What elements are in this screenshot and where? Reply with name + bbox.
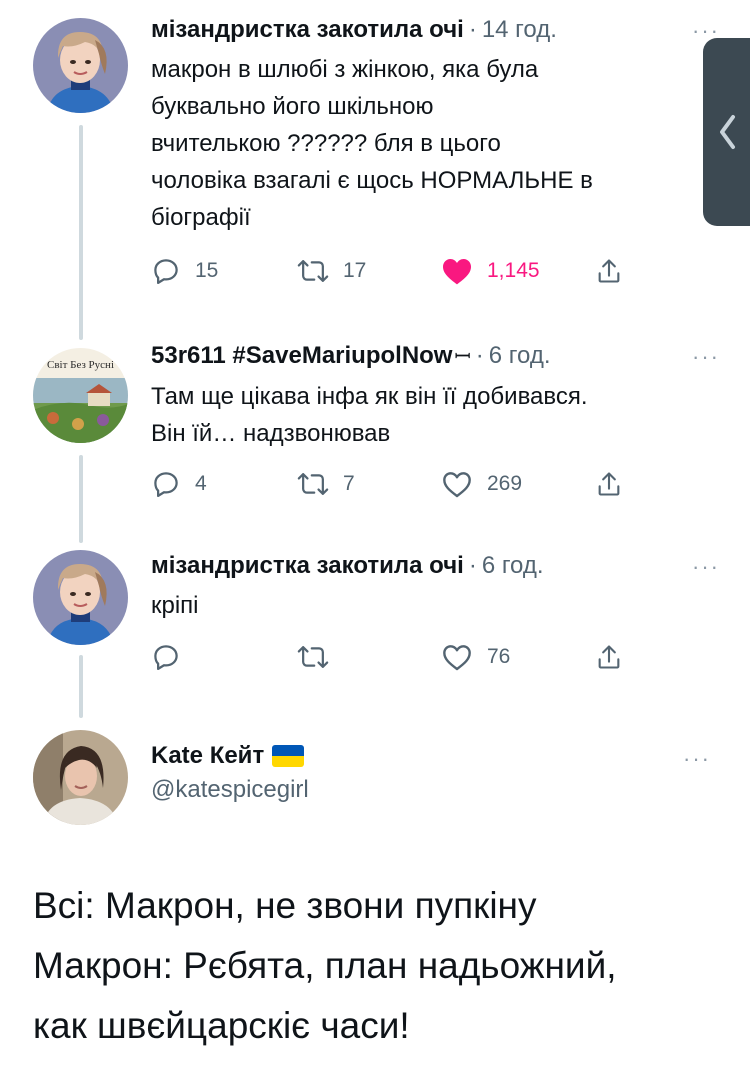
more-options-icon[interactable]: ···	[692, 556, 720, 578]
author-name[interactable]: Kate Кейт	[151, 740, 264, 772]
like-count: 76	[487, 645, 511, 668]
main-author-name-row: Kate Кейт	[151, 740, 309, 772]
timestamp[interactable]: 6 год.	[482, 550, 544, 582]
reply-button[interactable]: 4	[151, 464, 207, 504]
retweet-button[interactable]	[297, 637, 343, 677]
separator: ·	[475, 342, 484, 369]
like-button[interactable]: 76	[441, 637, 510, 677]
separator: ·	[468, 552, 477, 579]
tweet-header: мізандристка закотила очі · 14 год.	[151, 14, 720, 46]
author-name[interactable]: мізандристка закотила очі	[151, 550, 464, 582]
tweet-text: макрон в шлюбі з жінкою, яка була буквал…	[151, 56, 593, 231]
share-button[interactable]	[595, 464, 623, 504]
avatar[interactable]: Світ Без Русні	[33, 348, 128, 443]
timestamp[interactable]: 6 год.	[489, 340, 551, 372]
reply-count: 4	[195, 472, 207, 495]
timestamp[interactable]: 14 год.	[482, 14, 557, 46]
thread-line	[79, 455, 83, 543]
avatar[interactable]	[33, 550, 128, 645]
heart-filled-icon	[443, 259, 471, 285]
more-options-icon[interactable]: ···	[692, 346, 720, 368]
main-author-avatar[interactable]	[33, 730, 128, 825]
main-tweet-text: Всі: Макрон, не звони пупкіну Макрон: Рє…	[33, 885, 617, 1046]
person-avatar-icon	[33, 18, 128, 113]
tweet-text: кріпі	[151, 592, 199, 619]
share-icon	[598, 259, 620, 283]
reply-icon	[154, 645, 178, 670]
action-bar: 15 17 1,145	[151, 251, 631, 291]
heart-outline-icon	[443, 472, 471, 498]
share-icon	[598, 472, 620, 496]
tweet-text: Там ще цікава інфа як він її добивався. …	[151, 383, 588, 447]
reply-button[interactable]	[151, 637, 195, 677]
action-bar: 4 7 269	[151, 464, 631, 504]
tweet-header: 53r611 #SaveMariupolNow ꟷ · 6 год.	[151, 340, 720, 373]
retweet-count: 17	[343, 259, 367, 282]
retweet-count: 7	[343, 472, 355, 495]
main-author: Kate Кейт @katespicegirl	[151, 740, 309, 808]
more-options-icon[interactable]: ···	[692, 20, 720, 42]
more-options-icon[interactable]: ···	[683, 748, 711, 770]
author-name[interactable]: 53r611 #SaveMariupolNow	[151, 340, 452, 372]
thread-line	[79, 125, 83, 340]
retweet-icon	[297, 260, 329, 282]
action-bar: 76	[151, 637, 631, 677]
chevron-left-icon	[720, 115, 735, 149]
tweet-header: мізандристка закотила очі · 6 год.	[151, 550, 720, 582]
person-photo-avatar-icon	[33, 730, 128, 825]
avatar-caption: Світ Без Русні	[46, 359, 114, 371]
author-handle[interactable]: @katespicegirl	[151, 772, 309, 808]
ukraine-flag-icon	[272, 745, 305, 767]
reply-icon	[154, 259, 178, 284]
person-avatar-icon	[33, 550, 128, 645]
reply-count: 15	[195, 259, 219, 282]
author-badge: ꟷ	[454, 346, 471, 368]
like-button[interactable]: 269	[441, 464, 522, 504]
retweet-icon	[297, 646, 329, 668]
heart-outline-icon	[443, 645, 471, 671]
like-count: 1,145	[487, 259, 540, 282]
share-button[interactable]	[595, 251, 623, 291]
reply-button[interactable]: 15	[151, 251, 218, 291]
like-count: 269	[487, 472, 523, 495]
share-icon	[598, 645, 620, 669]
avatar[interactable]	[33, 18, 128, 113]
reply-icon	[154, 472, 178, 497]
like-button[interactable]: 1,145	[441, 251, 540, 291]
retweet-button[interactable]: 17	[297, 251, 366, 291]
author-name[interactable]: мізандристка закотила очі	[151, 14, 464, 46]
side-panel-handle[interactable]	[703, 38, 750, 226]
retweet-icon	[297, 473, 329, 495]
share-button[interactable]	[595, 637, 623, 677]
separator: ·	[468, 16, 477, 43]
thread-line	[79, 655, 83, 718]
retweet-button[interactable]: 7	[297, 464, 355, 504]
